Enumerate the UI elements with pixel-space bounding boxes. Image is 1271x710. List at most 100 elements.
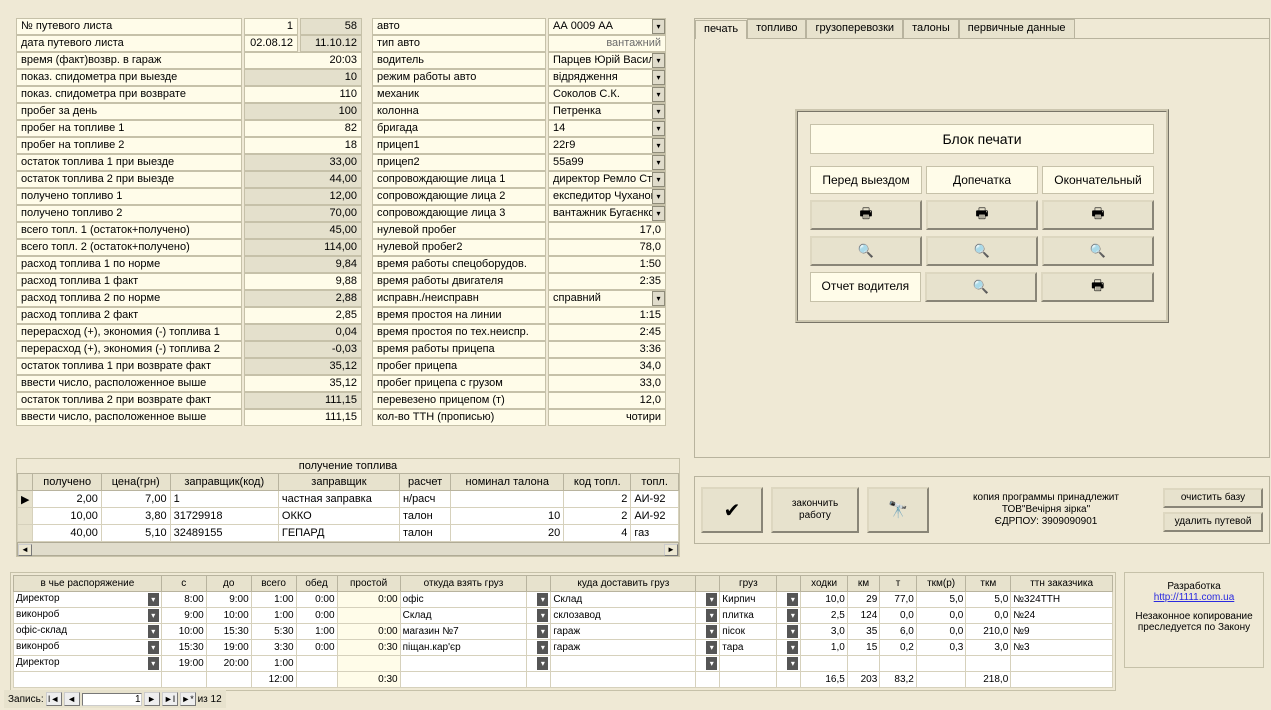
tab-талоны[interactable]: талоны [903,19,959,38]
left-value-1[interactable]: 02.08.12 [244,35,298,52]
assign-who[interactable]: Директор▾ [14,592,162,608]
dropdown-icon[interactable]: ▾ [652,87,665,102]
fuel-cell[interactable]: н/расч [399,491,450,508]
mid-value[interactable]: Петренка▾ [548,103,666,120]
fuel-cell[interactable]: 2,00 [33,491,101,508]
fuel-cell[interactable]: 10,00 [33,508,101,525]
mid-value[interactable]: директор Ремло Степ▾ [548,171,666,188]
scroll-right-icon[interactable]: ► [664,544,678,556]
left-value-2[interactable]: 0,04 [244,324,362,341]
dropdown-icon[interactable]: ▾ [652,19,665,34]
tab-первичные данные[interactable]: первичные данные [959,19,1075,38]
mid-value[interactable]: 2:35 [548,273,666,290]
print-btn-final[interactable] [1042,200,1154,230]
fuel-cell[interactable]: частная заправка [278,491,399,508]
fuel-row[interactable]: ▶2,007,001частная заправкан/расч2АИ-92 [18,491,679,508]
mid-value[interactable]: чотири [548,409,666,426]
left-value-2[interactable]: 100 [244,103,362,120]
mid-value[interactable]: Соколов С.К.▾ [548,86,666,103]
dropdown-icon[interactable]: ▾ [652,291,665,306]
left-value-2[interactable]: 58 [300,18,362,35]
mid-value[interactable]: 1:50 [548,256,666,273]
finish-work-button[interactable]: закончить работу [771,487,859,533]
fuel-cell[interactable]: 3,80 [101,508,170,525]
left-value-2[interactable]: 18 [244,137,362,154]
assign-row[interactable]: виконроб▾9:0010:001:000:00Склад▾склозаво… [14,608,1113,624]
assignment-grid[interactable]: в чье распоряжениесдовсегообедпростойотк… [13,575,1113,688]
fuel-cell[interactable]: АИ-92 [631,508,679,525]
left-value-2[interactable]: 111,15 [244,409,362,426]
left-value-1[interactable]: 1 [244,18,298,35]
left-value-2[interactable]: 70,00 [244,205,362,222]
fuel-cell[interactable]: 10 [451,508,564,525]
left-value-2[interactable]: 111,15 [244,392,362,409]
recnav-last[interactable]: ►I [162,692,178,706]
left-value-2[interactable]: 20:03 [244,52,362,69]
left-value-2[interactable]: 114,00 [244,239,362,256]
fuel-cell[interactable]: 20 [451,525,564,542]
mid-value[interactable]: експедитор Чуханов І▾ [548,188,666,205]
mid-value[interactable]: вантажник Бугаєнко▾ [548,205,666,222]
dropdown-icon[interactable]: ▾ [652,189,665,204]
mid-value[interactable]: 3:36 [548,341,666,358]
fuel-grid[interactable]: полученоцена(грн)заправщик(код)заправщик… [17,473,679,542]
left-value-2[interactable]: 9,88 [244,273,362,290]
mid-value[interactable]: 12,0 [548,392,666,409]
clear-db-button[interactable]: очистить базу [1163,488,1263,508]
mid-value[interactable]: справний▾ [548,290,666,307]
fuel-cell[interactable]: АИ-92 [631,491,679,508]
find-button[interactable]: 🔭 [867,487,929,533]
mid-value[interactable]: 22г9▾ [548,137,666,154]
mid-value[interactable]: 14▾ [548,120,666,137]
fuel-cell[interactable]: 4 [564,525,631,542]
left-value-2[interactable]: 2,88 [244,290,362,307]
mid-value[interactable]: 1:15 [548,307,666,324]
dropdown-icon[interactable]: ▾ [652,206,665,221]
dropdown-icon[interactable]: ▾ [148,657,159,670]
mid-value[interactable]: 55а99▾ [548,154,666,171]
assign-row[interactable]: Директор▾8:009:001:000:000:00офіс▾Склад▾… [14,592,1113,608]
left-value-2[interactable]: 35,12 [244,375,362,392]
dropdown-icon[interactable]: ▾ [148,625,159,638]
recnav-first[interactable]: I◄ [46,692,62,706]
tab-топливо[interactable]: топливо [747,19,806,38]
dropdown-icon[interactable]: ▾ [148,593,159,606]
left-value-2[interactable]: 11.10.12 [300,35,362,52]
dropdown-icon[interactable]: ▾ [148,641,159,654]
driver-report-print[interactable] [1041,272,1154,302]
confirm-button[interactable] [701,487,763,533]
left-value-2[interactable]: 82 [244,120,362,137]
mid-value[interactable]: 34,0 [548,358,666,375]
dropdown-icon[interactable]: ▾ [652,121,665,136]
fuel-cell[interactable]: талон [399,508,450,525]
mid-value[interactable]: 33,0 [548,375,666,392]
driver-report-preview[interactable] [925,272,1038,302]
left-value-2[interactable]: 33,00 [244,154,362,171]
mid-value[interactable]: 17,0 [548,222,666,239]
fuel-row[interactable]: 40,005,1032489155ГЕПАРДталон204газ [18,525,679,542]
tab-грузоперевозки[interactable]: грузоперевозки [806,19,903,38]
preview-btn-addprint[interactable] [926,236,1038,266]
left-value-2[interactable]: 2,85 [244,307,362,324]
assign-who[interactable]: офіс-склад▾ [14,624,162,640]
left-value-2[interactable]: 45,00 [244,222,362,239]
delete-trip-button[interactable]: удалить путевой [1163,512,1263,532]
recnav-input[interactable] [82,693,142,706]
dropdown-icon[interactable]: ▾ [652,53,665,68]
scroll-left-icon[interactable]: ◄ [18,544,32,556]
print-btn-before[interactable] [810,200,922,230]
left-value-2[interactable]: 44,00 [244,171,362,188]
fuel-cell[interactable]: газ [631,525,679,542]
left-value-2[interactable]: 110 [244,86,362,103]
assign-row[interactable]: Директор▾19:0020:001:00▾▾▾ [14,656,1113,672]
fuel-cell[interactable]: ОККО [278,508,399,525]
recnav-prev[interactable]: ◄ [64,692,80,706]
recnav-next[interactable]: ► [144,692,160,706]
mid-value[interactable]: вантажний [548,35,666,52]
mid-value[interactable]: 78,0 [548,239,666,256]
fuel-cell[interactable]: 2 [564,491,631,508]
assign-who[interactable]: виконроб▾ [14,608,162,624]
mid-value[interactable]: відрядження▾ [548,69,666,86]
assign-who[interactable]: Директор▾ [14,656,162,672]
left-value-2[interactable]: 12,00 [244,188,362,205]
